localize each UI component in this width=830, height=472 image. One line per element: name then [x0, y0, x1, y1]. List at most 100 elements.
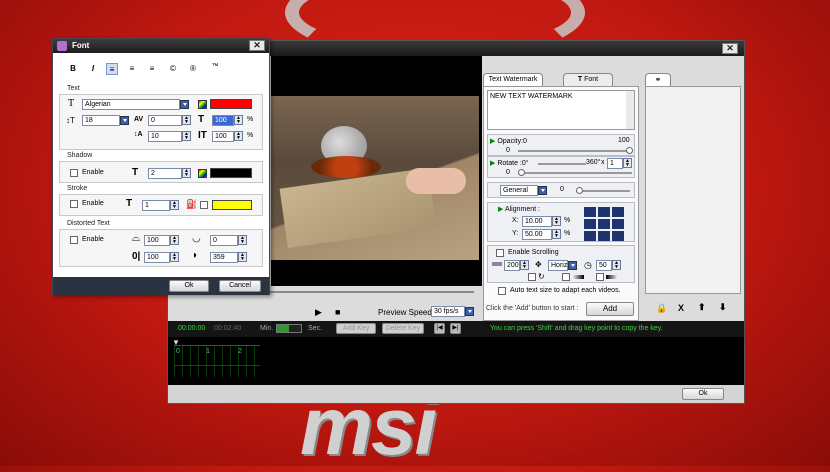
- shadow-color-picker-icon[interactable]: [198, 169, 207, 178]
- align-top-left[interactable]: [584, 207, 596, 217]
- paint-bucket-icon[interactable]: ⛽: [186, 199, 197, 210]
- align-center[interactable]: [598, 219, 610, 229]
- watermark-list-panel[interactable]: [645, 86, 741, 294]
- font-family-select[interactable]: Algerian: [82, 99, 180, 110]
- tab-font[interactable]: T Font: [563, 73, 613, 86]
- text-color-picker-icon[interactable]: [198, 100, 207, 109]
- scroll-time-input[interactable]: 50: [596, 260, 612, 271]
- tab-text-watermark[interactable]: Text Watermark: [483, 73, 543, 86]
- scroll-speed-spinner[interactable]: ▲ ▼: [520, 260, 529, 270]
- delete-icon[interactable]: X: [678, 303, 684, 313]
- text-color-swatch[interactable]: [210, 99, 252, 109]
- align-top-center[interactable]: [598, 207, 610, 217]
- rotate-step-input[interactable]: 1: [607, 158, 623, 169]
- x-input[interactable]: 10.00: [522, 216, 552, 227]
- stroke-color-swatch[interactable]: [212, 200, 252, 210]
- scroll-direction-dropdown-icon[interactable]: [568, 261, 577, 270]
- font-family-dropdown-icon[interactable]: [180, 100, 189, 109]
- copyright-button[interactable]: ©: [167, 63, 179, 75]
- enable-scrolling-checkbox[interactable]: [496, 249, 504, 257]
- preview-speed-dropdown-icon[interactable]: [465, 307, 474, 316]
- scroll-option-checkbox-2[interactable]: [562, 273, 570, 281]
- align-bottom-center[interactable]: [598, 231, 610, 241]
- font-dialog-close-icon[interactable]: ✕: [249, 40, 265, 51]
- general-slider-handle[interactable]: [576, 187, 583, 194]
- distort-spinner-4[interactable]: ▲ ▼: [238, 252, 247, 262]
- align-top-right[interactable]: [612, 207, 624, 217]
- add-key-button[interactable]: Add Key: [336, 323, 376, 334]
- text-scrollbar[interactable]: [626, 91, 634, 129]
- scroll-option-checkbox-1[interactable]: [528, 273, 536, 281]
- align-bottom-left[interactable]: [584, 231, 596, 241]
- horizontal-scale-spinner[interactable]: ▲ ▼: [234, 115, 243, 125]
- shadow-color-swatch[interactable]: [210, 168, 252, 178]
- scroll-time-spinner[interactable]: ▲ ▼: [612, 260, 621, 270]
- opacity-slider-handle[interactable]: [626, 147, 633, 154]
- prev-key-icon[interactable]: |◀: [434, 323, 445, 334]
- preview-speed-select[interactable]: 30 fps/s: [431, 306, 465, 317]
- horizontal-scale-input[interactable]: 100: [212, 115, 234, 126]
- align-bottom-right[interactable]: [612, 231, 624, 241]
- align-middle-left[interactable]: [584, 219, 596, 229]
- distort-spinner-2[interactable]: ▲ ▼: [238, 235, 247, 245]
- watermark-text-input[interactable]: NEW TEXT WATERMARK: [487, 90, 635, 130]
- registered-button[interactable]: ®: [187, 63, 199, 75]
- tab-watermark-list[interactable]: ⚭: [645, 73, 671, 86]
- main-ok-button[interactable]: Ok: [682, 388, 724, 400]
- general-slider-track[interactable]: [576, 190, 630, 192]
- align-right-button[interactable]: ≡: [146, 63, 158, 75]
- y-spinner[interactable]: ▲ ▼: [552, 229, 561, 239]
- add-button[interactable]: Add: [586, 302, 634, 316]
- stroke-width-input[interactable]: 1: [142, 200, 170, 211]
- rotate-slider-track[interactable]: [518, 172, 632, 174]
- distorted-enable-checkbox[interactable]: [70, 236, 78, 244]
- y-input[interactable]: 50.00: [522, 229, 552, 240]
- char-spacing-spinner[interactable]: ▲ ▼: [182, 115, 191, 125]
- line-spacing-input[interactable]: 10: [148, 131, 182, 142]
- italic-button[interactable]: I: [87, 63, 99, 75]
- x-spinner[interactable]: ▲ ▼: [552, 216, 561, 226]
- zoom-slider[interactable]: [276, 324, 302, 333]
- move-up-icon[interactable]: ⬆: [698, 302, 706, 313]
- rotate-slider-handle[interactable]: [518, 169, 525, 176]
- lock-icon[interactable]: 🔒: [656, 303, 667, 314]
- opacity-slider-track[interactable]: [518, 150, 632, 152]
- scroll-option-checkbox-3[interactable]: [596, 273, 604, 281]
- stop-icon[interactable]: ■: [335, 307, 340, 317]
- next-key-icon[interactable]: ▶|: [450, 323, 461, 334]
- trademark-button[interactable]: ™: [209, 61, 221, 73]
- stroke-width-spinner[interactable]: ▲ ▼: [170, 200, 179, 210]
- distort-value-4[interactable]: 359: [210, 252, 238, 263]
- distort-value-3[interactable]: 100: [144, 252, 170, 263]
- auto-text-size-checkbox[interactable]: [498, 287, 506, 295]
- align-left-button[interactable]: ≡: [106, 63, 118, 75]
- align-center-button[interactable]: ≡: [126, 63, 138, 75]
- playhead-icon[interactable]: ▼: [172, 338, 180, 347]
- font-dialog-title-bar[interactable]: Font ✕: [53, 39, 269, 53]
- font-cancel-button[interactable]: Cancel: [219, 280, 261, 292]
- rotate-mini-track[interactable]: [538, 163, 586, 165]
- play-icon[interactable]: ▶: [315, 307, 322, 318]
- shadow-enable-checkbox[interactable]: [70, 169, 78, 177]
- rotate-step-spinner[interactable]: ▲ ▼: [623, 158, 632, 168]
- general-select[interactable]: General: [500, 185, 538, 196]
- shadow-size-spinner[interactable]: ▲ ▼: [182, 168, 191, 178]
- distort-spinner-1[interactable]: ▲ ▼: [170, 235, 179, 245]
- stroke-fill-checkbox[interactable]: [200, 201, 208, 209]
- scroll-direction-select[interactable]: Horiz: [548, 260, 568, 271]
- vertical-scale-spinner[interactable]: ▲ ▼: [234, 131, 243, 141]
- align-middle-right[interactable]: [612, 219, 624, 229]
- font-ok-button[interactable]: Ok: [169, 280, 209, 292]
- distort-value-2[interactable]: 0: [210, 235, 238, 246]
- shadow-size-input[interactable]: 2: [148, 168, 182, 179]
- move-down-icon[interactable]: ⬇: [719, 302, 727, 313]
- line-spacing-spinner[interactable]: ▲ ▼: [182, 131, 191, 141]
- bold-button[interactable]: B: [67, 63, 79, 75]
- general-dropdown-icon[interactable]: [538, 186, 547, 195]
- distort-spinner-3[interactable]: ▲ ▼: [170, 252, 179, 262]
- vertical-scale-input[interactable]: 100: [212, 131, 234, 142]
- distort-value-1[interactable]: 100: [144, 235, 170, 246]
- main-close-icon[interactable]: ✕: [722, 43, 738, 54]
- delete-key-button[interactable]: Delete Key: [382, 323, 424, 334]
- font-size-dropdown-icon[interactable]: [120, 116, 129, 125]
